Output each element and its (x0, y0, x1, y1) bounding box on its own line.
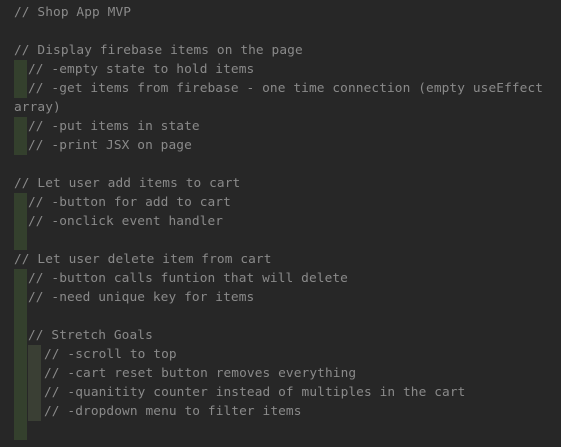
code-line: // -print JSX on page (28, 138, 192, 153)
indent-guide (28, 345, 41, 364)
code-line: // -get items from firebase - one time c… (28, 81, 544, 96)
indent-guide (14, 79, 27, 98)
code-line: // Shop App MVP (14, 5, 132, 20)
code-line: // -cart reset button removes everything (44, 366, 357, 381)
indent-guide (14, 421, 27, 440)
indent-guide (14, 269, 27, 288)
indent-guide (14, 212, 27, 231)
code-line: // -dropdown menu to filter items (44, 404, 302, 419)
indent-guide (14, 60, 27, 79)
indent-guide (14, 136, 27, 155)
indent-guide (14, 288, 27, 307)
code-line: array) (14, 100, 61, 115)
code-line: // -quanitity counter instead of multipl… (44, 385, 466, 400)
indent-guide (14, 383, 27, 402)
code-line: // -button calls funtion that will delet… (28, 271, 348, 286)
indent-guide (14, 117, 27, 136)
code-line: // -button for add to cart (28, 195, 231, 210)
code-line: // Display firebase items on the page (14, 43, 303, 58)
indent-guide (14, 193, 27, 212)
indent-guide (14, 326, 27, 345)
indent-guide (28, 364, 41, 383)
indent-guide (14, 307, 27, 326)
code-line: // Let user add items to cart (14, 176, 241, 191)
indent-guide (14, 402, 27, 421)
indent-guide (28, 383, 41, 402)
code-editor[interactable]: // Shop App MVP // Display firebase item… (0, 0, 561, 447)
code-line: // -put items in state (28, 119, 200, 134)
indent-guide (28, 402, 41, 421)
code-line: // -need unique key for items (28, 290, 255, 305)
indent-guide (14, 345, 27, 364)
code-line: // -scroll to top (44, 347, 177, 362)
indent-guide (14, 364, 27, 383)
code-line: // Stretch Goals (28, 328, 153, 343)
indent-guide (14, 231, 27, 250)
code-line: // Let user delete item from cart (14, 252, 272, 267)
code-line: // -onclick event handler (28, 214, 224, 229)
code-line: // -empty state to hold items (28, 62, 255, 77)
